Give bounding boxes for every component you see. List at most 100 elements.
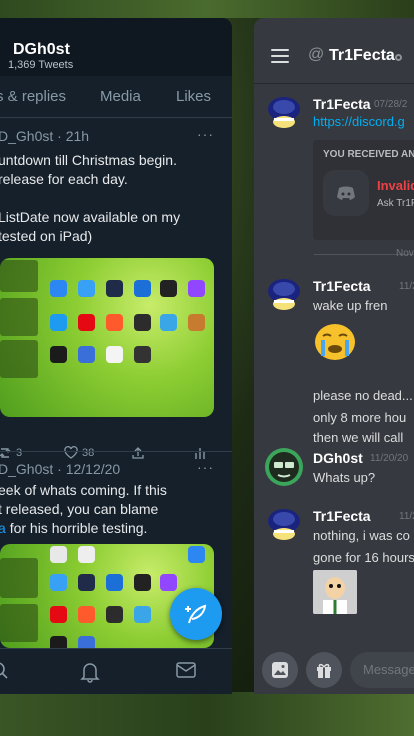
message-author[interactable]: Tr1Fecta bbox=[313, 278, 371, 294]
app-icon bbox=[134, 314, 151, 331]
tweet-text-line: a for his horrible testing. bbox=[0, 520, 148, 536]
message-author[interactable]: Tr1Fecta bbox=[313, 508, 371, 524]
app-icon bbox=[50, 574, 67, 591]
avatar[interactable] bbox=[265, 448, 303, 486]
app-icon bbox=[188, 546, 205, 563]
gift-button[interactable] bbox=[306, 652, 342, 688]
image-icon bbox=[272, 662, 288, 678]
messages-mail-icon[interactable] bbox=[176, 661, 196, 679]
app-icon bbox=[106, 314, 123, 331]
app-icon bbox=[106, 606, 123, 623]
retweet-count: 3 bbox=[16, 447, 23, 459]
media-widget bbox=[0, 340, 38, 378]
app-icon bbox=[50, 546, 67, 563]
like-count: 38 bbox=[82, 446, 95, 459]
discord-app-card[interactable]: @ Tr1Fecta Tr1Fecta 07/28/2 https://disc… bbox=[254, 18, 414, 694]
message-text: please no dead... bbox=[313, 388, 413, 403]
app-icon bbox=[106, 574, 123, 591]
invite-subtitle: Ask Tr1F bbox=[377, 198, 414, 209]
share-button[interactable] bbox=[131, 446, 145, 460]
blue-shell-avatar-icon bbox=[268, 97, 300, 128]
cartoon-character-image bbox=[313, 570, 357, 614]
app-icon bbox=[134, 606, 151, 623]
analytics-button[interactable] bbox=[194, 446, 206, 460]
tweet-media-image[interactable] bbox=[0, 258, 214, 417]
message-timestamp: 11/20/20 bbox=[399, 511, 414, 522]
message-input-bar: Message bbox=[254, 648, 414, 694]
ghost-face-avatar-icon bbox=[269, 452, 299, 482]
notifications-bell-icon[interactable] bbox=[80, 661, 100, 683]
app-icon bbox=[50, 606, 67, 623]
app-icon bbox=[188, 314, 205, 331]
retweet-button[interactable]: 3 bbox=[0, 446, 22, 460]
app-icon bbox=[78, 346, 95, 363]
app-icon bbox=[106, 280, 123, 297]
blue-shell-avatar-icon bbox=[268, 279, 300, 310]
tweet-divider bbox=[0, 451, 232, 452]
tweet-meta: D_Gh0st · 12/12/20 bbox=[0, 461, 121, 477]
message-timestamp: 07/28/2 bbox=[374, 99, 408, 110]
gift-icon bbox=[317, 663, 331, 678]
message-input[interactable]: Message bbox=[350, 652, 414, 688]
app-icon bbox=[160, 314, 177, 331]
tab-likes[interactable]: Likes bbox=[176, 88, 211, 105]
app-icon bbox=[50, 280, 67, 297]
search-icon[interactable] bbox=[0, 661, 10, 681]
tweet-text-line: t released, you can blame bbox=[0, 501, 159, 517]
media-widget bbox=[0, 604, 38, 642]
message-timestamp: 11/20/20 bbox=[399, 281, 414, 292]
app-icon bbox=[78, 546, 95, 563]
gif-attachment-image[interactable] bbox=[313, 570, 357, 614]
app-icon bbox=[50, 346, 67, 363]
tweet-more-button[interactable]: ··· bbox=[197, 126, 214, 142]
at-symbol-icon: @ bbox=[308, 46, 325, 63]
mention-link[interactable]: a bbox=[0, 520, 6, 536]
message-text: only 8 more hou bbox=[313, 410, 407, 425]
message-author[interactable]: Tr1Fecta bbox=[313, 96, 371, 112]
blue-shell-avatar-icon bbox=[268, 509, 300, 540]
crying-face-emoji-icon bbox=[315, 324, 355, 360]
share-icon bbox=[132, 447, 144, 459]
tab-media[interactable]: Media bbox=[100, 88, 141, 105]
date-divider-label: Nov bbox=[396, 248, 414, 259]
app-icon bbox=[78, 314, 95, 331]
message-text: gone for 16 hours bbox=[313, 550, 414, 565]
like-button[interactable]: 38 bbox=[64, 446, 94, 459]
message-text: then we will call bbox=[313, 430, 404, 445]
app-icon bbox=[78, 606, 95, 623]
home-screen-wallpaper-top bbox=[0, 0, 414, 18]
tweet-meta: D_Gh0st · 21h bbox=[0, 128, 90, 144]
app-icon bbox=[134, 280, 151, 297]
app-icon bbox=[160, 280, 177, 297]
app-icon bbox=[50, 314, 67, 331]
twitter-app-card[interactable]: DGh0st 1,369 Tweets s & replies Media Li… bbox=[0, 18, 232, 694]
hamburger-menu-icon[interactable] bbox=[271, 49, 289, 67]
tweet-text-line: eek of whats coming. If this bbox=[0, 482, 167, 498]
profile-header: DGh0st 1,369 Tweets bbox=[0, 18, 232, 76]
invite-header: YOU RECEIVED AN bbox=[323, 149, 414, 160]
media-widget bbox=[0, 558, 38, 598]
avatar[interactable] bbox=[265, 276, 303, 314]
message-text: https://discord.g bbox=[313, 114, 405, 129]
invite-link[interactable]: https://discord.g bbox=[313, 114, 405, 129]
profile-name: DGh0st bbox=[13, 41, 70, 58]
tweet-text-line: tested on iPad) bbox=[0, 228, 93, 244]
compose-tweet-button[interactable] bbox=[170, 588, 222, 640]
media-widget bbox=[0, 260, 38, 292]
server-invite-embed[interactable]: YOU RECEIVED AN Invalid Ask Tr1F bbox=[313, 140, 414, 240]
app-icon bbox=[78, 280, 95, 297]
message-author[interactable]: DGh0st bbox=[313, 450, 363, 466]
feather-plus-icon bbox=[185, 604, 207, 624]
tweet-more-button[interactable]: ··· bbox=[197, 459, 214, 475]
avatar[interactable] bbox=[265, 506, 303, 544]
tab-replies[interactable]: s & replies bbox=[0, 88, 66, 105]
tweet-count: 1,369 Tweets bbox=[8, 59, 74, 71]
bottom-tab-bar bbox=[0, 648, 232, 694]
image-upload-button[interactable] bbox=[262, 652, 298, 688]
discord-logo-icon bbox=[337, 186, 355, 200]
app-icon bbox=[106, 346, 123, 363]
profile-tabs: s & replies Media Likes bbox=[0, 76, 232, 118]
channel-title[interactable]: Tr1Fecta bbox=[329, 47, 395, 65]
avatar[interactable] bbox=[265, 94, 303, 132]
message-text: nothing, i was co bbox=[313, 528, 410, 543]
